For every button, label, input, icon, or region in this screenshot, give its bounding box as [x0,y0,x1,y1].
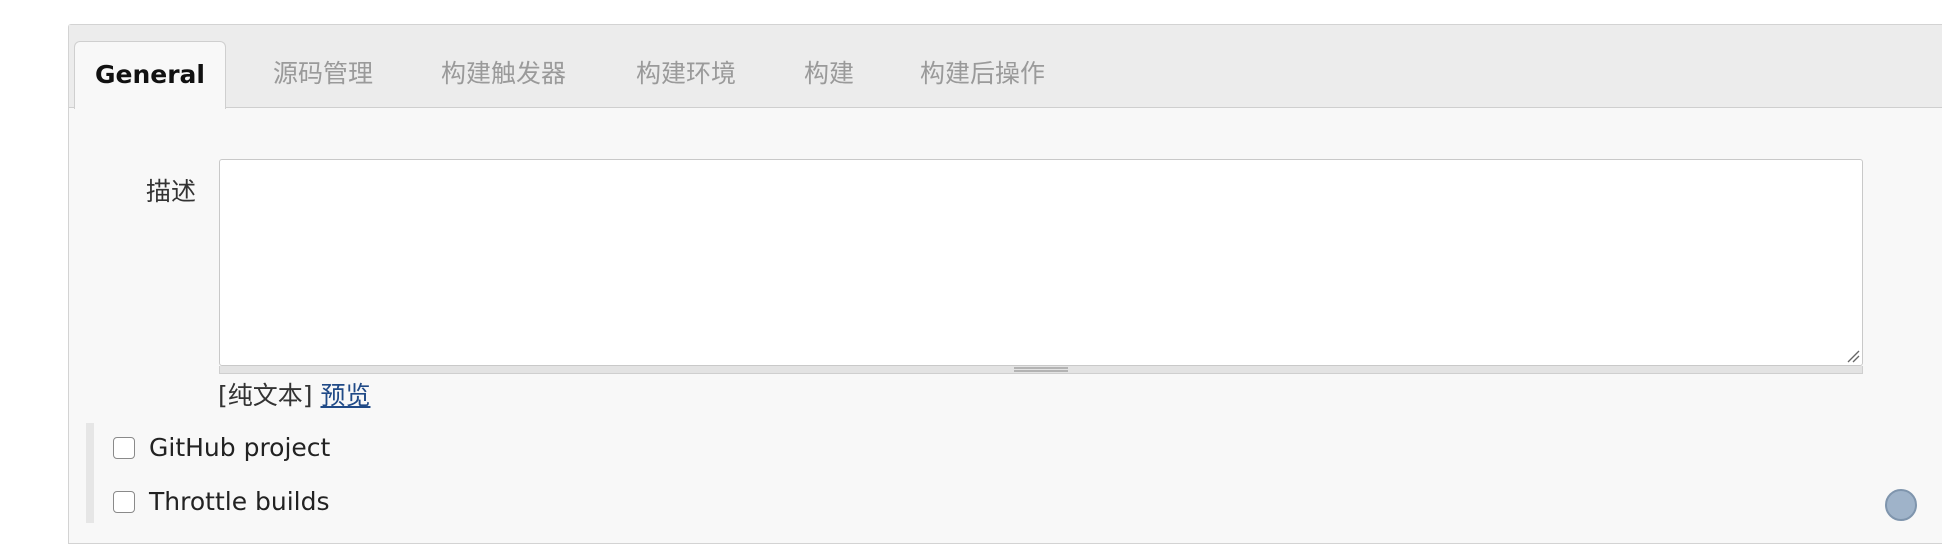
description-label: 描述 [146,177,197,206]
throttle-builds-checkbox[interactable] [113,491,135,513]
format-plain-text: [纯文本] [218,381,313,410]
tab-bar: General 源码管理 构建触发器 构建环境 构建 构建后操作 [69,25,1942,109]
textarea-resize-handle[interactable] [219,366,1863,374]
tab-source-management[interactable]: 源码管理 [273,41,373,109]
throttle-builds-label[interactable]: Throttle builds [149,487,330,516]
tab-post-build-actions[interactable]: 构建后操作 [920,41,1045,109]
splitter-grip-icon [1014,367,1068,372]
tab-build[interactable]: 构建 [804,41,854,109]
tab-build-triggers[interactable]: 构建触发器 [441,41,566,109]
description-textarea[interactable] [219,159,1863,366]
resize-grip-icon[interactable] [1846,349,1860,363]
github-project-label[interactable]: GitHub project [149,433,330,462]
preview-link[interactable]: 预览 [320,381,370,410]
tab-general[interactable]: General [74,41,226,109]
options-section [86,423,1894,523]
format-line: [纯文本] 预览 [218,376,370,412]
github-project-checkbox[interactable] [113,437,135,459]
tab-build-environment[interactable]: 构建环境 [636,41,736,109]
help-icon[interactable] [1885,489,1917,521]
